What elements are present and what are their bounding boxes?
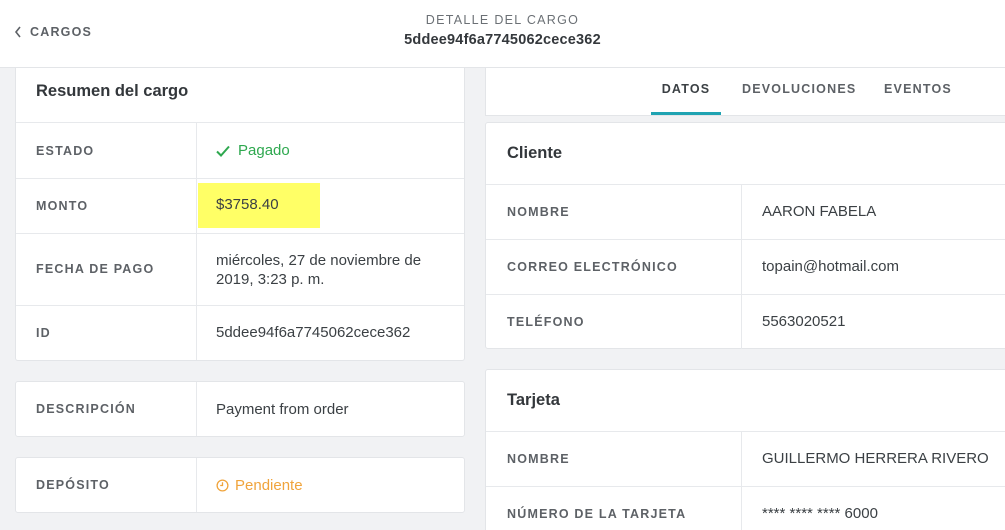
client-email-row: CORREO ELECTRÓNICO topain@hotmail.com [486,239,1005,294]
column-divider [196,179,197,233]
id-value: 5ddee94f6a7745062cece362 [216,324,411,341]
column-divider [196,123,197,178]
top-bar: CARGOS DETALLE DEL CARGO 5ddee94f6a77450… [0,0,1005,68]
client-name-row: NOMBRE AARON FABELA [486,184,1005,239]
column-divider [741,295,742,349]
client-phone-value: 5563020521 [762,313,846,330]
client-email-value: topain@hotmail.com [762,258,899,275]
card-holder-label: NOMBRE [507,452,570,466]
payment-card-card: Tarjeta NOMBRE GUILLERMO HERRERA RIVERO … [485,369,1005,530]
payment-card-title: Tarjeta [507,391,560,409]
client-card: Cliente NOMBRE AARON FABELA CORREO ELECT… [485,122,1005,349]
card-number-label: NÚMERO DE LA TARJETA [507,507,687,521]
deposit-value: Pendiente [216,476,303,495]
payment-date-value: miércoles, 27 de noviembre de 2019, 3:23… [216,251,421,289]
client-phone-label: TELÉFONO [507,315,585,329]
payment-date-label: FECHA DE PAGO [36,262,155,276]
client-name-value: AARON FABELA [762,203,877,220]
status-label: ESTADO [36,144,95,158]
card-holder-value: GUILLERMO HERRERA RIVERO [762,450,989,467]
id-label: ID [36,326,51,340]
description-label: DESCRIPCIÓN [36,402,137,416]
payment-date-row: FECHA DE PAGO miércoles, 27 de noviembre… [16,233,464,305]
column-divider [741,487,742,530]
deposit-card: DEPÓSITO Pendiente [15,457,465,513]
clock-icon [216,479,229,492]
page-title: DETALLE DEL CARGO [425,13,580,27]
client-email-label: CORREO ELECTRÓNICO [507,260,678,274]
status-row: ESTADO Pagado [16,122,464,178]
column-divider [741,432,742,486]
amount-value: $3758.40 [216,196,279,213]
amount-label: MONTO [36,199,89,213]
column-divider [196,458,197,512]
checkmark-icon [216,145,230,157]
client-title: Cliente [507,144,563,162]
card-number-row: NÚMERO DE LA TARJETA **** **** **** 6000 [486,486,1005,530]
charge-id: 5ddee94f6a7745062cece362 [404,32,601,48]
payment-date-line-2: 2019, 3:23 p. m. [216,271,325,288]
tab-devoluciones[interactable]: DEVOLUCIONES [742,68,856,115]
client-phone-row: TELÉFONO 5563020521 [486,294,1005,349]
description-value: Payment from order [216,401,349,418]
detail-tabs: DATOS DEVOLUCIONES EVENTOS [485,68,1005,116]
column-divider [741,240,742,294]
deposit-label: DEPÓSITO [36,478,110,492]
column-divider [741,185,742,239]
client-name-label: NOMBRE [507,205,570,219]
page-header: DETALLE DEL CARGO 5ddee94f6a7745062cece3… [0,13,1005,48]
card-holder-row: NOMBRE GUILLERMO HERRERA RIVERO [486,431,1005,486]
id-row: ID 5ddee94f6a7745062cece362 [16,305,464,360]
tab-eventos[interactable]: EVENTOS [884,68,952,115]
summary-title: Resumen del cargo [36,82,189,100]
deposit-status-text: Pendiente [235,477,303,494]
column-divider [196,234,197,305]
column-divider [196,306,197,360]
column-divider [196,382,197,436]
payment-date-line-1: miércoles, 27 de noviembre de [216,252,422,269]
status-value: Pagado [216,141,290,160]
status-text: Pagado [238,142,290,159]
tab-datos[interactable]: DATOS [651,68,721,115]
card-number-value: **** **** **** 6000 [762,505,878,522]
description-card: DESCRIPCIÓN Payment from order [15,381,465,437]
